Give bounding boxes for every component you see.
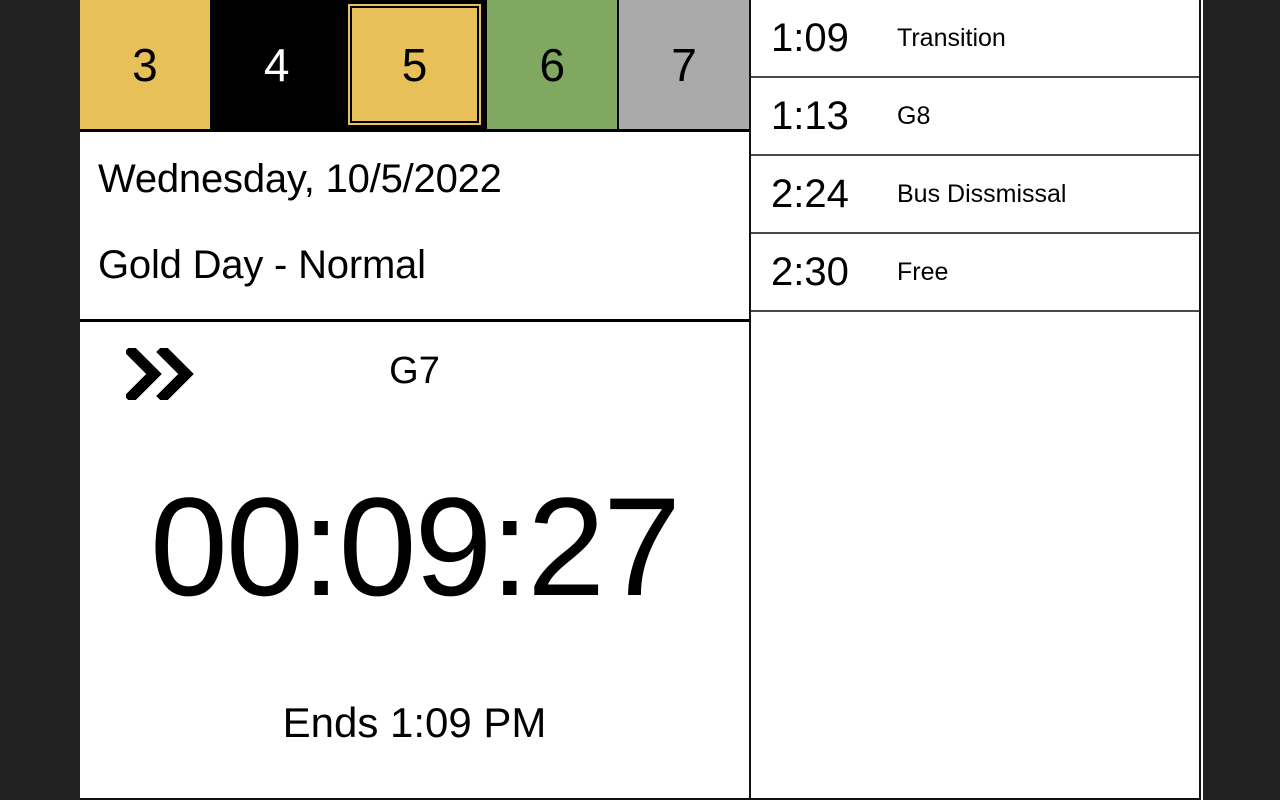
period-tab-5-label: 5 <box>401 38 428 91</box>
schedule-row-time: 2:30 <box>771 250 849 294</box>
current-period-label: G7 <box>389 350 440 392</box>
schedule-row-name: Bus Dissmissal <box>897 179 1067 208</box>
schedule-row[interactable]: 1:09 Transition <box>751 0 1199 78</box>
schedule-row-name: Transition <box>897 23 1006 52</box>
period-tab-3[interactable]: 3 <box>80 0 212 129</box>
upcoming-schedule-panel: 1:09 Transition 1:13 G8 2:24 Bus Dissmis… <box>751 0 1201 800</box>
schedule-row-time: 1:13 <box>771 94 849 138</box>
period-tab-4-inner: 4 <box>211 0 342 129</box>
schedule-row-time: 1:09 <box>771 16 849 60</box>
schedule-empty-area <box>751 312 1199 798</box>
schedule-row[interactable]: 2:24 Bus Dissmissal <box>751 156 1199 234</box>
period-tab-3-inner: 3 <box>80 0 210 129</box>
timer-header: G7 <box>80 322 749 430</box>
period-tab-5[interactable]: 5 <box>343 0 488 129</box>
day-type: Gold Day - Normal <box>98 243 426 287</box>
period-tab-7-label: 7 <box>671 38 697 91</box>
schedule-row-time: 2:24 <box>771 172 849 216</box>
period-tab-strip: 3 4 5 6 7 <box>80 0 749 132</box>
schedule-row[interactable]: 1:13 G8 <box>751 78 1199 156</box>
schedule-timer-app: 3 4 5 6 7 Wednesday, 10/5/2022 Gold Day … <box>80 0 1203 800</box>
period-tab-7[interactable]: 7 <box>619 0 749 129</box>
period-tab-4[interactable]: 4 <box>211 0 344 129</box>
schedule-row[interactable]: 2:30 Free <box>751 234 1199 312</box>
countdown-clock: 00:09:27 <box>150 468 681 625</box>
period-tab-5-inner: 5 <box>347 4 482 125</box>
period-end-time: Ends 1:09 PM <box>282 699 547 746</box>
current-date: Wednesday, 10/5/2022 <box>98 157 502 201</box>
day-banner: Wednesday, 10/5/2022 Gold Day - Normal <box>80 132 749 322</box>
timer-panel: G7 00:09:27 Ends 1:09 PM <box>80 322 749 800</box>
left-panel: 3 4 5 6 7 Wednesday, 10/5/2022 Gold Day … <box>80 0 751 800</box>
schedule-row-name: G8 <box>897 101 931 130</box>
period-tab-4-label: 4 <box>263 38 290 91</box>
period-tab-6[interactable]: 6 <box>487 0 620 129</box>
period-tab-7-inner: 7 <box>619 0 749 129</box>
period-tab-6-inner: 6 <box>487 0 618 129</box>
period-tab-6-label: 6 <box>539 38 566 91</box>
schedule-row-name: Free <box>897 257 949 286</box>
period-tab-3-label: 3 <box>132 38 158 91</box>
